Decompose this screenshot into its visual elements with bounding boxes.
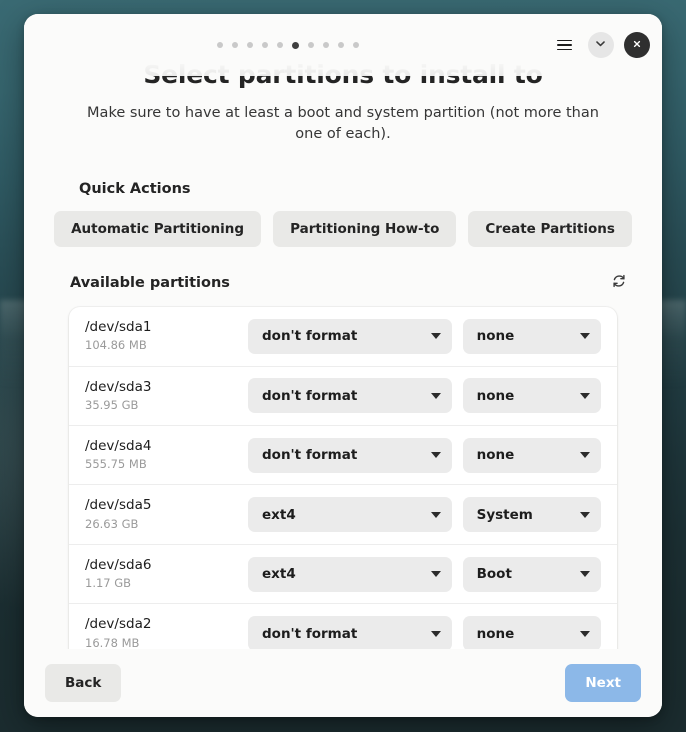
partition-device: /dev/sda6	[85, 556, 248, 574]
filesystem-select[interactable]: ext4	[248, 497, 452, 532]
table-row[interactable]: /dev/sda5 26.63 GB ext4 System	[69, 484, 617, 543]
progress-dots	[141, 42, 359, 49]
next-button[interactable]: Next	[565, 664, 641, 702]
partition-size: 555.75 MB	[85, 456, 248, 473]
progress-dot[interactable]	[232, 42, 238, 48]
quick-actions-row: Automatic Partitioning Partitioning How-…	[44, 211, 642, 247]
page-subtitle: Make sure to have at least a boot and sy…	[73, 103, 613, 145]
progress-dot[interactable]	[308, 42, 314, 48]
progress-dot[interactable]	[353, 42, 359, 48]
table-row[interactable]: /dev/sda3 35.95 GB don't format none	[69, 366, 617, 425]
partition-info: /dev/sda5 26.63 GB	[85, 496, 248, 532]
table-row[interactable]: /dev/sda2 16.78 MB don't format none	[69, 603, 617, 649]
partition-device: /dev/sda4	[85, 437, 248, 455]
partition-info: /dev/sda2 16.78 MB	[85, 615, 248, 649]
partition-size: 104.86 MB	[85, 337, 248, 354]
back-button[interactable]: Back	[45, 664, 121, 702]
table-row[interactable]: /dev/sda4 555.75 MB don't format none	[69, 425, 617, 484]
chevron-down-icon	[580, 512, 590, 518]
partition-device: /dev/sda1	[85, 318, 248, 336]
chevron-down-icon	[580, 452, 590, 458]
filesystem-value: ext4	[262, 507, 425, 523]
refresh-partitions-button[interactable]	[609, 271, 629, 294]
partition-size: 1.17 GB	[85, 575, 248, 592]
installer-content: Select partitions to install to Make sur…	[24, 14, 662, 649]
chevron-down-icon	[594, 37, 607, 53]
filesystem-select[interactable]: don't format	[248, 319, 452, 354]
chevron-down-icon	[431, 333, 441, 339]
partition-size: 26.63 GB	[85, 516, 248, 533]
partition-device: /dev/sda2	[85, 615, 248, 633]
filesystem-value: don't format	[262, 626, 425, 642]
chevron-down-icon	[580, 333, 590, 339]
role-select[interactable]: none	[463, 438, 601, 473]
partition-info: /dev/sda6 1.17 GB	[85, 556, 248, 592]
progress-dot-active[interactable]	[292, 42, 299, 49]
progress-dot[interactable]	[338, 42, 344, 48]
available-partitions-label: Available partitions	[70, 275, 230, 291]
role-select[interactable]: Boot	[463, 557, 601, 592]
automatic-partitioning-button[interactable]: Automatic Partitioning	[54, 211, 261, 247]
chevron-down-icon	[431, 393, 441, 399]
chevron-down-icon	[580, 571, 590, 577]
close-button[interactable]	[624, 32, 650, 58]
role-value: none	[477, 328, 574, 344]
role-select[interactable]: none	[463, 378, 601, 413]
progress-dot[interactable]	[247, 42, 253, 48]
chevron-down-icon	[580, 631, 590, 637]
installer-footer: Back Next	[24, 649, 662, 717]
filesystem-value: don't format	[262, 328, 425, 344]
partition-device: /dev/sda5	[85, 496, 248, 514]
role-value: System	[477, 507, 574, 523]
filesystem-select[interactable]: don't format	[248, 378, 452, 413]
filesystem-select[interactable]: don't format	[248, 438, 452, 473]
available-partitions-header: Available partitions	[44, 271, 642, 294]
create-partitions-button[interactable]: Create Partitions	[468, 211, 632, 247]
chevron-down-icon	[431, 571, 441, 577]
hamburger-menu-button[interactable]	[552, 32, 578, 58]
minimize-button[interactable]	[588, 32, 614, 58]
partition-device: /dev/sda3	[85, 378, 248, 396]
role-value: none	[477, 388, 574, 404]
role-value: none	[477, 626, 574, 642]
installer-window: Select partitions to install to Make sur…	[24, 14, 662, 717]
partition-list: /dev/sda1 104.86 MB don't format none /d…	[69, 307, 617, 649]
role-select[interactable]: System	[463, 497, 601, 532]
role-select[interactable]: none	[463, 319, 601, 354]
progress-dot[interactable]	[277, 42, 283, 48]
filesystem-value: don't format	[262, 447, 425, 463]
filesystem-value: don't format	[262, 388, 425, 404]
titlebar-controls	[552, 32, 650, 58]
close-circle-icon	[631, 38, 643, 53]
partition-size: 16.78 MB	[85, 635, 248, 649]
table-row[interactable]: /dev/sda6 1.17 GB ext4 Boot	[69, 544, 617, 603]
partition-size: 35.95 GB	[85, 397, 248, 414]
progress-dot[interactable]	[217, 42, 223, 48]
partition-info: /dev/sda4 555.75 MB	[85, 437, 248, 473]
chevron-down-icon	[431, 631, 441, 637]
hamburger-menu-icon	[557, 40, 572, 51]
filesystem-value: ext4	[262, 566, 425, 582]
partition-info: /dev/sda1 104.86 MB	[85, 318, 248, 354]
filesystem-select[interactable]: don't format	[248, 616, 452, 649]
chevron-down-icon	[580, 393, 590, 399]
progress-dot[interactable]	[323, 42, 329, 48]
window-titlebar	[24, 14, 662, 76]
partition-info: /dev/sda3 35.95 GB	[85, 378, 248, 414]
quick-actions-label: Quick Actions	[79, 181, 642, 197]
table-row[interactable]: /dev/sda1 104.86 MB don't format none	[69, 307, 617, 365]
partitioning-howto-button[interactable]: Partitioning How-to	[273, 211, 456, 247]
role-select[interactable]: none	[463, 616, 601, 649]
refresh-icon	[611, 273, 627, 292]
chevron-down-icon	[431, 512, 441, 518]
filesystem-select[interactable]: ext4	[248, 557, 452, 592]
chevron-down-icon	[431, 452, 441, 458]
progress-dot[interactable]	[262, 42, 268, 48]
role-value: Boot	[477, 566, 574, 582]
role-value: none	[477, 447, 574, 463]
